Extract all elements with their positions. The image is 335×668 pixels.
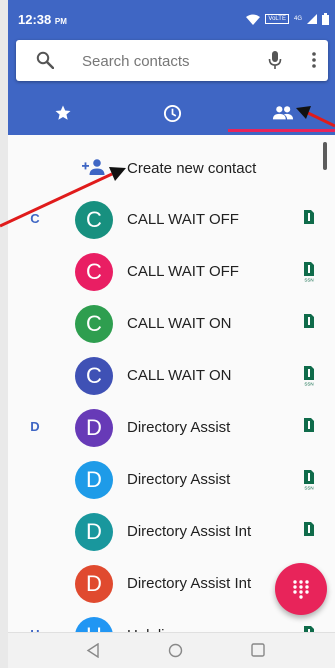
section-letter: D — [30, 419, 40, 434]
sim-1-icon — [304, 522, 314, 536]
add-person-icon — [82, 159, 105, 175]
contact-name: CALL WAIT OFF — [127, 263, 239, 280]
avatar[interactable]: D — [75, 461, 113, 499]
sim-1-icon — [304, 210, 314, 224]
status-time: 12:38 PM — [18, 12, 67, 27]
volte-badge: VoLTE — [265, 14, 289, 24]
contact-name: CALL WAIT ON — [127, 315, 232, 332]
contact-row[interactable]: C C CALL WAIT OFF — [8, 194, 335, 246]
dialpad-icon — [293, 580, 309, 599]
section-letter: C — [30, 211, 40, 226]
wifi-icon — [246, 14, 261, 25]
tab-favorites[interactable] — [8, 91, 117, 135]
ssn-label: SSN — [304, 486, 313, 491]
avatar[interactable]: C — [75, 357, 113, 395]
contact-row[interactable]: C CALL WAIT OFF SSN — [8, 246, 335, 298]
contact-name: Directory Assist — [127, 419, 231, 436]
contact-row[interactable]: D Directory Assist SSN — [8, 454, 335, 506]
more-options-icon[interactable] — [312, 52, 316, 68]
home-icon[interactable] — [168, 643, 183, 658]
avatar[interactable]: C — [75, 253, 113, 291]
create-new-contact-label: Create new contact — [127, 160, 257, 177]
contacts-app: 12:38 PM VoLTE 4G Search contacts Create… — [8, 0, 335, 668]
search-icon[interactable] — [36, 51, 54, 69]
contact-name: Directory Assist Int — [127, 523, 252, 540]
sim-1-icon — [304, 314, 314, 328]
scrollbar-thumb[interactable] — [323, 142, 327, 170]
dialpad-button[interactable] — [275, 563, 327, 615]
sim-ssn-icon: SSN — [304, 366, 314, 387]
contact-row[interactable]: C CALL WAIT ON — [8, 298, 335, 350]
search-bar[interactable] — [16, 40, 328, 81]
avatar[interactable]: C — [75, 305, 113, 343]
tab-selected-indicator — [228, 129, 335, 132]
app-header: 12:38 PM VoLTE 4G — [8, 0, 335, 135]
contact-name: CALL WAIT ON — [127, 367, 232, 384]
system-nav-bar — [8, 632, 335, 668]
contact-name: Directory Assist — [127, 471, 231, 488]
ssn-label: SSN — [304, 278, 313, 283]
avatar[interactable]: H — [75, 617, 113, 632]
contact-row[interactable]: C CALL WAIT ON SSN — [8, 350, 335, 402]
status-time-value: 12:38 — [18, 12, 52, 27]
status-bar: 12:38 PM VoLTE 4G — [8, 0, 335, 38]
sim-ssn-icon: SSN — [304, 470, 314, 491]
contact-name: Directory Assist Int — [127, 575, 252, 592]
sim-ssn-icon: SSN — [304, 262, 314, 283]
ssn-label: SSN — [304, 382, 313, 387]
status-icons: VoLTE 4G — [246, 13, 329, 25]
search-input[interactable] — [82, 50, 252, 72]
contact-name: CALL WAIT OFF — [127, 211, 239, 228]
create-new-contact-row[interactable]: Create new contact — [8, 142, 335, 194]
clock-icon — [163, 104, 182, 122]
contact-list[interactable]: Create new contact C C CALL WAIT OFF C CALL … — [8, 142, 335, 632]
status-ampm: PM — [54, 17, 67, 26]
recent-apps-icon[interactable] — [251, 643, 265, 657]
signal-icon — [307, 14, 317, 24]
network-type: 4G — [293, 16, 302, 22]
avatar[interactable]: C — [75, 201, 113, 239]
back-icon[interactable] — [86, 643, 100, 658]
battery-icon — [322, 13, 329, 25]
star-icon — [55, 105, 70, 120]
sim-1-icon — [304, 418, 314, 432]
avatar[interactable]: D — [75, 513, 113, 551]
people-icon — [272, 106, 293, 120]
contact-row[interactable]: HHHelpline — [8, 610, 335, 632]
contact-row[interactable]: D D Directory Assist — [8, 402, 335, 454]
contact-row[interactable]: D Directory Assist Int — [8, 506, 335, 558]
microphone-icon[interactable] — [268, 50, 282, 70]
avatar[interactable]: D — [75, 409, 113, 447]
tab-recents[interactable] — [118, 91, 227, 135]
avatar[interactable]: D — [75, 565, 113, 603]
